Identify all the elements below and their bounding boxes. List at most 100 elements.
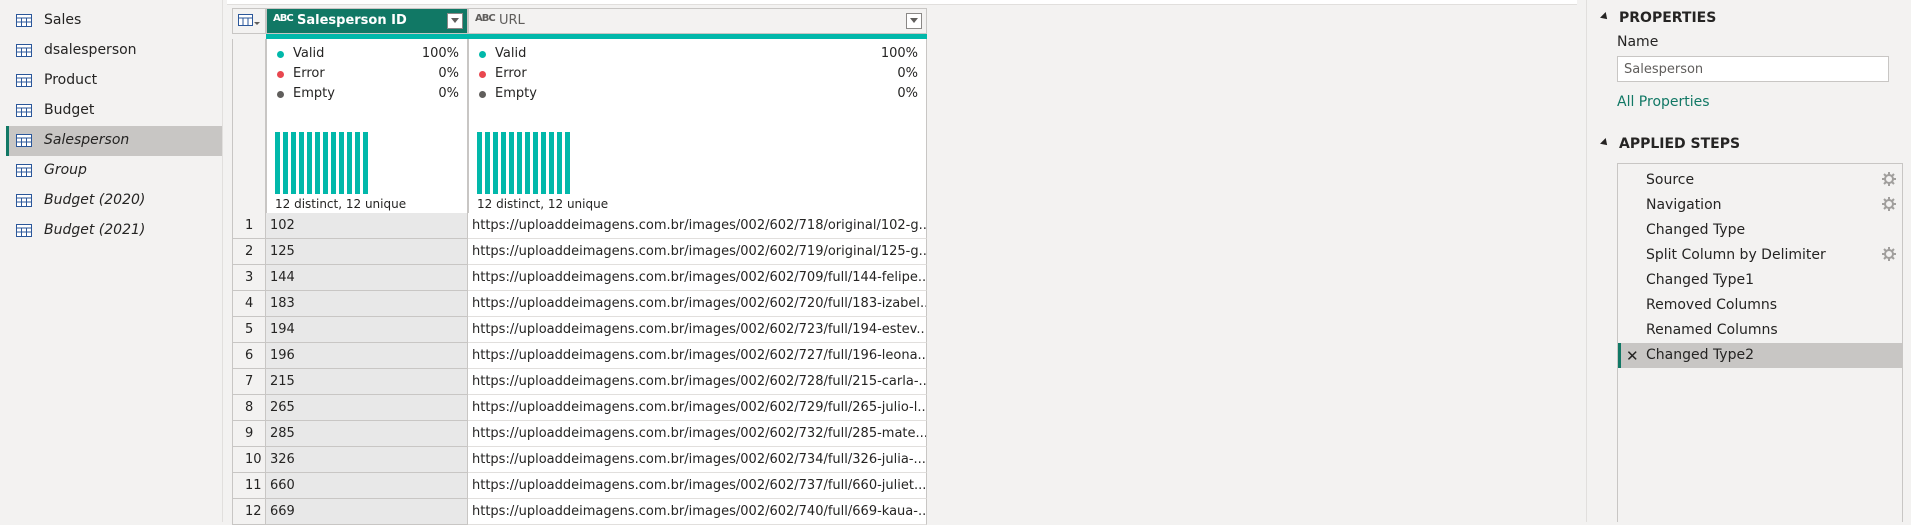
gear-icon[interactable] [1882,172,1896,186]
distribution-bar[interactable] [307,132,312,194]
cell-url[interactable]: https://uploaddeimagens.com.br/images/00… [468,421,927,447]
query-item-dsalesperson[interactable]: dsalesperson [6,36,222,66]
row-number[interactable]: 7 [232,369,266,395]
distribution-bar[interactable] [549,132,554,194]
text-type-icon[interactable]: ABC [475,13,496,24]
distribution-bar[interactable] [493,132,498,194]
table-row[interactable]: 10 326 https://uploaddeimagens.com.br/imag… [232,447,927,473]
distribution-bar[interactable] [275,132,280,194]
distribution-bar[interactable] [363,132,368,194]
table-row[interactable]: 4 183 https://uploaddeimagens.com.br/image… [232,291,927,317]
query-item-group[interactable]: Group [6,156,222,186]
cell-url[interactable]: https://uploaddeimagens.com.br/images/00… [468,499,927,525]
step-split-column-by-delimiter[interactable]: Split Column by Delimiter [1618,243,1902,268]
distribution-bar[interactable] [331,132,336,194]
applied-steps-heading[interactable]: APPLIED STEPS [1600,136,1740,152]
cell-salesperson-id[interactable]: 265 [266,395,468,421]
text-type-icon[interactable]: ABC [273,13,294,24]
step-navigation[interactable]: Navigation [1618,193,1902,218]
table-row[interactable]: 1 102 https://uploaddeimagens.com.br/image… [232,213,927,239]
row-number[interactable]: 11 [232,473,266,499]
row-number[interactable]: 8 [232,395,266,421]
cell-url[interactable]: https://uploaddeimagens.com.br/images/00… [468,239,927,265]
distribution-bar[interactable] [323,132,328,194]
column-header-url[interactable]: ABC URL [468,8,927,34]
distribution-bar[interactable] [477,132,482,194]
cell-url[interactable]: https://uploaddeimagens.com.br/images/00… [468,343,927,369]
table-row[interactable]: 12 669 https://uploaddeimagens.com.br/imag… [232,499,927,525]
row-number[interactable]: 6 [232,343,266,369]
cell-url[interactable]: https://uploaddeimagens.com.br/images/00… [468,317,927,343]
row-number[interactable]: 10 [232,447,266,473]
row-number[interactable]: 1 [232,213,266,239]
distribution-bar[interactable] [299,132,304,194]
cell-salesperson-id[interactable]: 102 [266,213,468,239]
table-row[interactable]: 7 215 https://uploaddeimagens.com.br/image… [232,369,927,395]
query-item-budget-2020[interactable]: Budget (2020) [6,186,222,216]
row-number[interactable]: 5 [232,317,266,343]
query-item-sales[interactable]: Sales [6,6,222,36]
distribution-bar[interactable] [517,132,522,194]
cell-salesperson-id[interactable]: 215 [266,369,468,395]
table-row[interactable]: 8 265 https://uploaddeimagens.com.br/image… [232,395,927,421]
table-row[interactable]: 9 285 https://uploaddeimagens.com.br/image… [232,421,927,447]
table-menu-button[interactable] [232,8,266,34]
filter-dropdown-button[interactable] [447,13,463,29]
row-number[interactable]: 2 [232,239,266,265]
cell-salesperson-id[interactable]: 183 [266,291,468,317]
gear-icon[interactable] [1882,247,1896,261]
cell-salesperson-id[interactable]: 660 [266,473,468,499]
cell-salesperson-id[interactable]: 326 [266,447,468,473]
distribution-bar[interactable] [355,132,360,194]
step-changed-type2[interactable]: ✕ Changed Type2 [1618,343,1902,368]
distribution-bar[interactable] [339,132,344,194]
row-number[interactable]: 12 [232,499,266,525]
step-renamed-columns[interactable]: Renamed Columns [1618,318,1902,343]
step-removed-columns[interactable]: Removed Columns [1618,293,1902,318]
filter-dropdown-button[interactable] [906,13,922,29]
cell-url[interactable]: https://uploaddeimagens.com.br/images/00… [468,473,927,499]
cell-url[interactable]: https://uploaddeimagens.com.br/images/00… [468,447,927,473]
distribution-bar[interactable] [557,132,562,194]
cell-url[interactable]: https://uploaddeimagens.com.br/images/00… [468,291,927,317]
cell-url[interactable]: https://uploaddeimagens.com.br/images/00… [468,369,927,395]
cell-salesperson-id[interactable]: 196 [266,343,468,369]
formula-bar[interactable] [227,0,1577,5]
cell-url[interactable]: https://uploaddeimagens.com.br/images/00… [468,265,927,291]
distribution-bar[interactable] [291,132,296,194]
properties-heading[interactable]: PROPERTIES [1600,10,1716,26]
delete-step-icon[interactable]: ✕ [1626,347,1639,365]
table-row[interactable]: 5 194 https://uploaddeimagens.com.br/image… [232,317,927,343]
cell-salesperson-id[interactable]: 194 [266,317,468,343]
step-changed-type1[interactable]: Changed Type1 [1618,268,1902,293]
cell-salesperson-id[interactable]: 669 [266,499,468,525]
cell-salesperson-id[interactable]: 144 [266,265,468,291]
query-item-budget[interactable]: Budget [6,96,222,126]
pane-divider[interactable] [222,0,223,522]
all-properties-link[interactable]: All Properties [1617,94,1710,110]
distribution-bar[interactable] [533,132,538,194]
distribution-bar[interactable] [509,132,514,194]
table-row[interactable]: 3 144 https://uploaddeimagens.com.br/image… [232,265,927,291]
table-row[interactable]: 2 125 https://uploaddeimagens.com.br/image… [232,239,927,265]
cell-salesperson-id[interactable]: 285 [266,421,468,447]
table-row[interactable]: 6 196 https://uploaddeimagens.com.br/image… [232,343,927,369]
column-header-salesperson-id[interactable]: ABC Salesperson ID [266,8,468,34]
cell-salesperson-id[interactable]: 125 [266,239,468,265]
query-name-input[interactable] [1617,56,1889,82]
distribution-bar[interactable] [283,132,288,194]
query-item-budget-2021[interactable]: Budget (2021) [6,216,222,246]
query-item-salesperson[interactable]: Salesperson [6,126,222,156]
distribution-bar[interactable] [485,132,490,194]
row-number[interactable]: 3 [232,265,266,291]
distribution-bar[interactable] [525,132,530,194]
step-changed-type[interactable]: Changed Type [1618,218,1902,243]
table-row[interactable]: 11 660 https://uploaddeimagens.com.br/imag… [232,473,927,499]
distribution-bar[interactable] [501,132,506,194]
step-source[interactable]: Source [1618,168,1902,193]
cell-url[interactable]: https://uploaddeimagens.com.br/images/00… [468,395,927,421]
distribution-bar[interactable] [315,132,320,194]
row-number[interactable]: 9 [232,421,266,447]
distribution-bar[interactable] [541,132,546,194]
cell-url[interactable]: https://uploaddeimagens.com.br/images/00… [468,213,927,239]
